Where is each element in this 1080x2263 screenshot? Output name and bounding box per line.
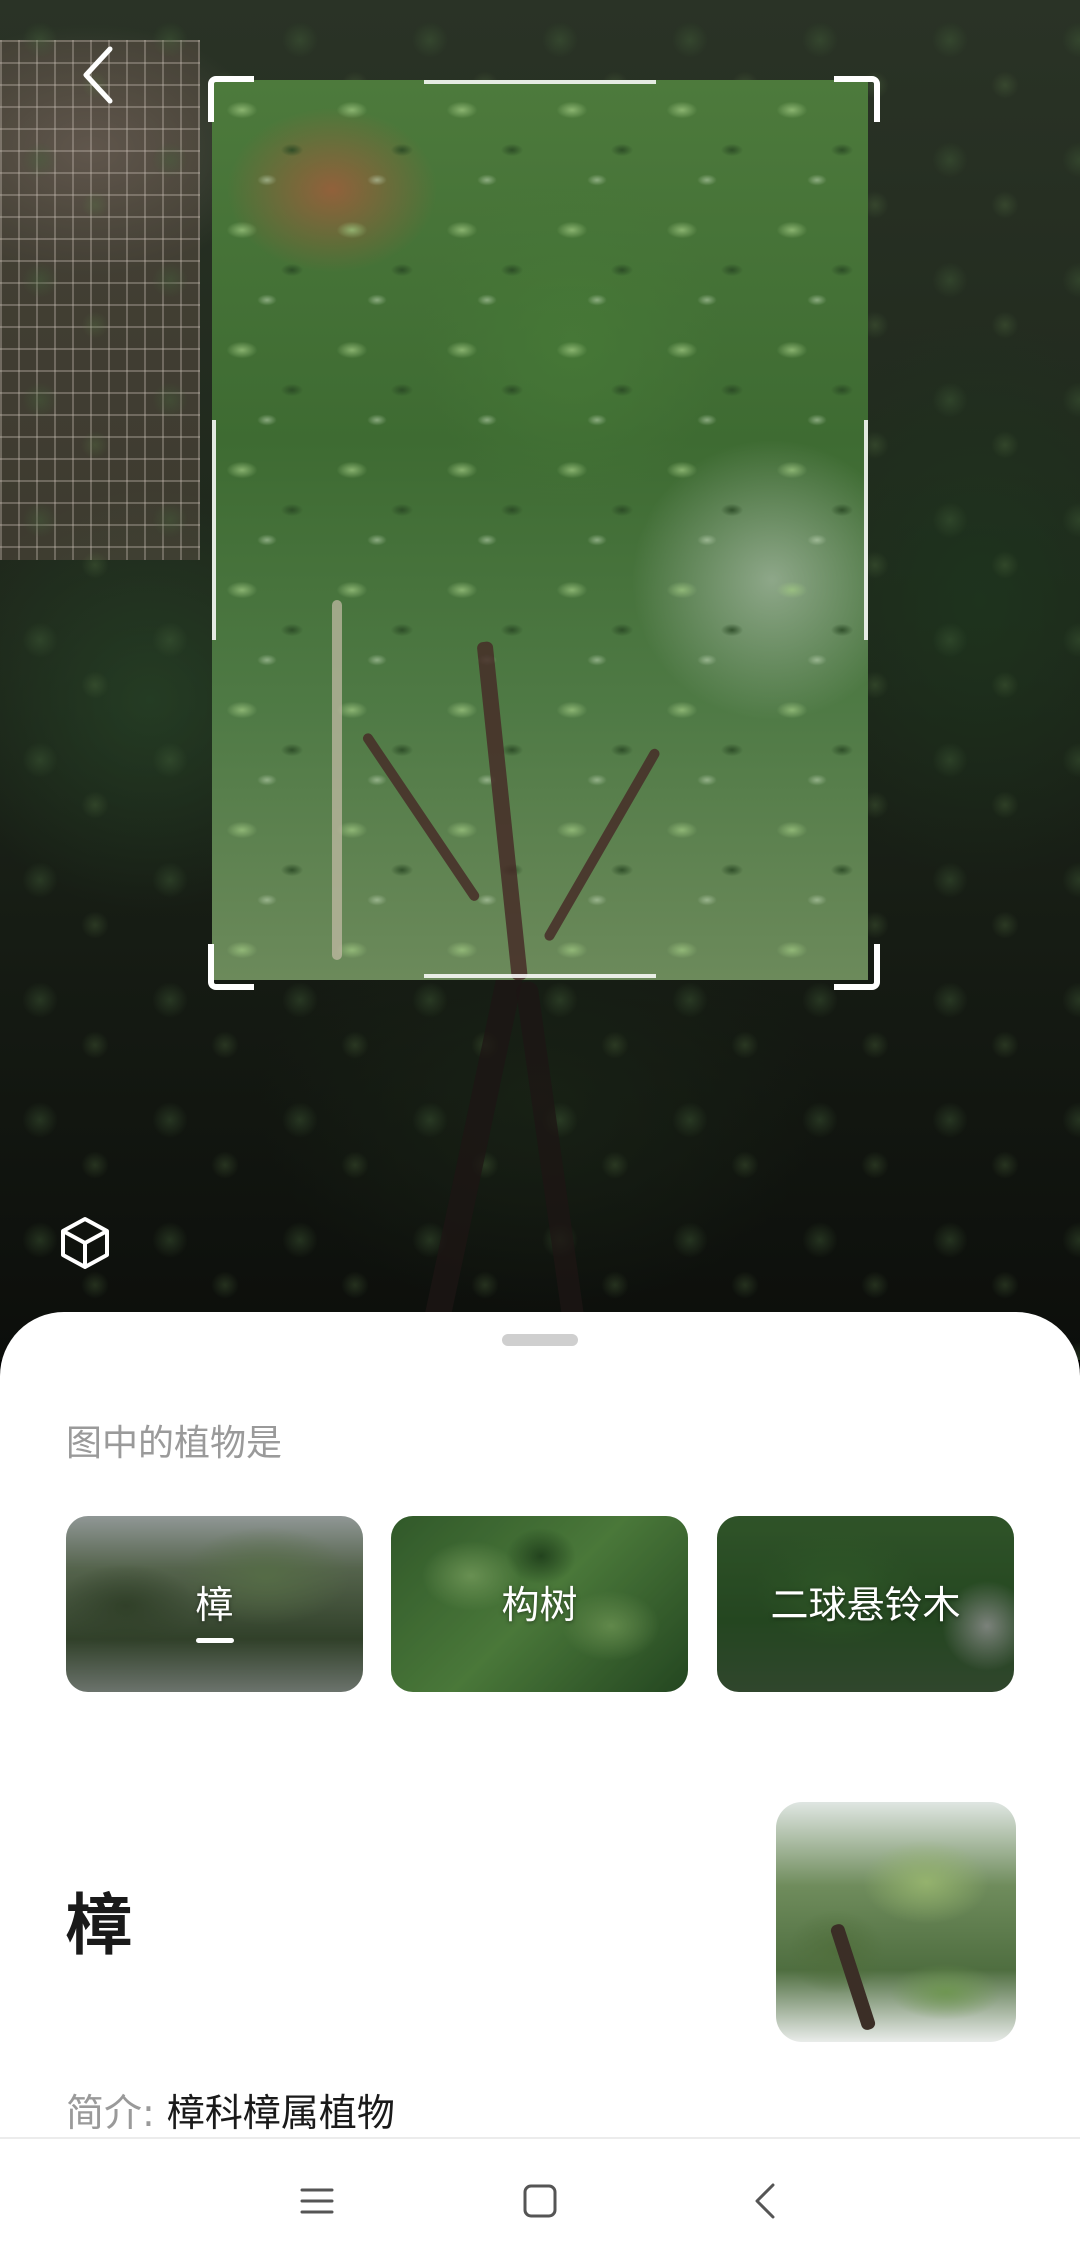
candidate-label: 二球悬铃木 — [770, 1583, 961, 1627]
plant-thumbnail[interactable] — [776, 1802, 1016, 2042]
sheet-drag-handle[interactable] — [502, 1334, 578, 1346]
nav-home-button[interactable] — [508, 2169, 572, 2233]
back-button[interactable] — [68, 40, 128, 110]
menu-icon — [300, 2188, 334, 2214]
scan-edge-left — [212, 420, 216, 640]
candidate-card-2[interactable]: 构树 — [391, 1516, 688, 1692]
ar-view-button[interactable] — [50, 1208, 120, 1278]
scan-corner — [208, 944, 254, 990]
branch — [332, 600, 342, 960]
back-triangle-icon — [755, 2183, 775, 2219]
nav-back-button[interactable] — [733, 2169, 797, 2233]
plant-intro: 简介: 樟科樟属植物 — [66, 2082, 395, 2137]
scan-foliage — [212, 80, 868, 980]
screen: 图中的植物是 樟 构树 二球悬铃木 樟 简介: 樟科樟属植物 — [0, 0, 1080, 2263]
candidate-label: 樟 — [195, 1583, 234, 1627]
plant-name: 樟 — [66, 1887, 132, 1964]
result-question: 图中的植物是 — [66, 1423, 283, 1464]
chevron-left-icon — [83, 46, 113, 104]
selected-indicator — [196, 1638, 234, 1643]
scan-edge-top — [424, 80, 656, 84]
system-nav-bar — [0, 2137, 1080, 2263]
scan-edge-right — [864, 420, 868, 640]
candidate-card-3[interactable]: 二球悬铃木 — [717, 1516, 1014, 1692]
result-sheet: 图中的植物是 樟 构树 二球悬铃木 樟 简介: 樟科樟属植物 — [0, 1312, 1080, 2137]
scan-corner — [834, 76, 880, 122]
scan-region — [212, 80, 868, 980]
candidate-list: 樟 构树 二球悬铃木 — [66, 1516, 1014, 1692]
square-home-icon — [523, 2184, 557, 2218]
nav-menu-button[interactable] — [285, 2169, 349, 2233]
scan-corner — [208, 76, 254, 122]
cube-icon — [61, 1217, 109, 1269]
scan-edge-bottom — [424, 974, 656, 978]
intro-label: 简介: — [66, 2091, 155, 2135]
scan-corner — [834, 944, 880, 990]
camera-viewfinder — [0, 0, 1080, 1360]
intro-value: 樟科樟属植物 — [166, 2091, 395, 2135]
candidate-label: 构树 — [501, 1583, 578, 1627]
candidate-card-1[interactable]: 樟 — [66, 1516, 363, 1692]
